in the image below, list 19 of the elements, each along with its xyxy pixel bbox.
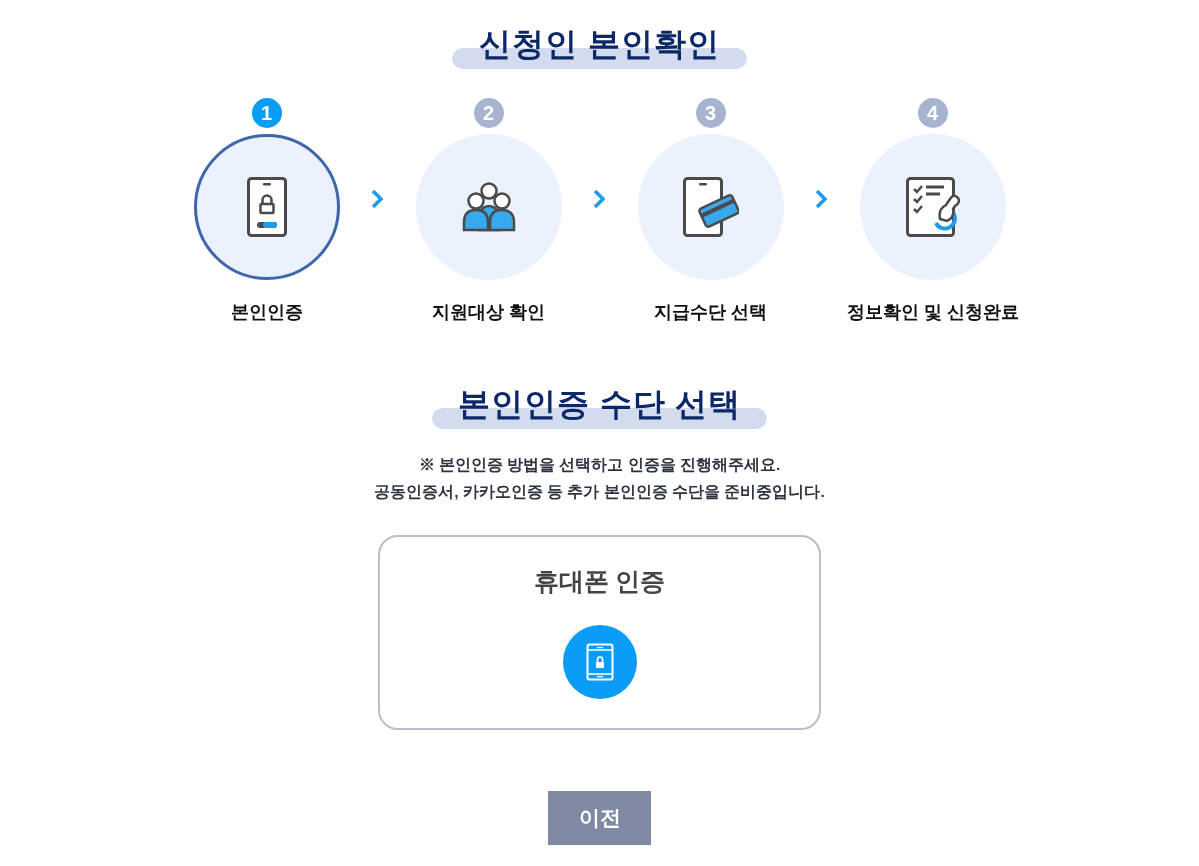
notice-text: 공동인증서, 카카오인증 등 추가 본인인증 수단을 준비중입니다. <box>374 482 825 502</box>
step-number-badge: 4 <box>917 98 948 128</box>
step-number-badge: 3 <box>695 98 726 128</box>
step-label: 지원대상 확인 <box>432 301 545 324</box>
phone-lock-icon <box>246 177 287 237</box>
step-number-badge: 2 <box>473 98 504 128</box>
chevron-right-icon <box>593 189 606 209</box>
chevron-right-icon <box>371 189 384 209</box>
step-label: 정보확인 및 신청완료 <box>846 301 1019 324</box>
people-group-icon <box>461 182 516 232</box>
step-number-badge: 1 <box>251 98 282 128</box>
notice-text: ※ 본인인증 방법을 선택하고 인증을 진행해주세요. <box>418 455 781 475</box>
phone-lock-icon <box>562 625 637 699</box>
chevron-right-icon <box>815 189 828 209</box>
phone-auth-card[interactable]: 휴대폰 인증 <box>378 535 821 730</box>
step-label: 본인인증 <box>230 301 303 324</box>
step-label: 지급수단 선택 <box>654 301 767 324</box>
checklist-stamp-icon <box>905 177 960 237</box>
phone-card-icon <box>682 177 739 237</box>
